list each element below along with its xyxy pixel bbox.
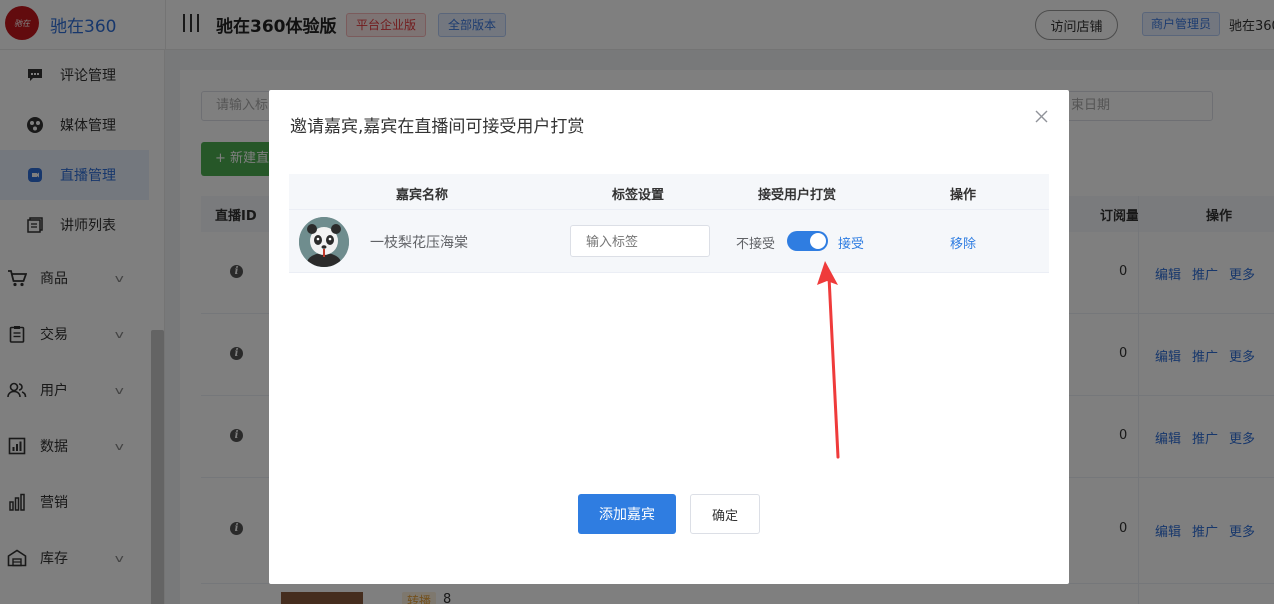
tag-input[interactable]: [570, 225, 710, 257]
guest-row: 一枝梨花压海棠 不接受 接受 移除: [289, 210, 1049, 273]
column-header-guest-name: 嘉宾名称: [396, 188, 449, 203]
add-guest-button[interactable]: 添加嘉宾: [578, 494, 676, 534]
column-header-ops: 操作: [950, 188, 977, 203]
dialog-title: 邀请嘉宾,嘉宾在直播间可接受用户打赏: [290, 117, 585, 137]
column-header-tag: 标签设置: [612, 188, 665, 203]
remove-guest-link[interactable]: 移除: [950, 233, 976, 252]
reject-reward-label: 不接受: [736, 237, 776, 252]
accept-reward-toggle[interactable]: [787, 231, 828, 251]
guest-avatar: [299, 217, 349, 267]
confirm-button[interactable]: 确定: [690, 494, 760, 534]
guest-table-header: 嘉宾名称 标签设置 接受用户打赏 操作: [289, 174, 1049, 210]
close-icon[interactable]: [1033, 110, 1049, 126]
accept-reward-label: 接受: [838, 237, 865, 252]
annotation-arrow: [817, 261, 840, 459]
invite-guest-dialog: 邀请嘉宾,嘉宾在直播间可接受用户打赏 嘉宾名称 标签设置 接受用户打赏 操作 一…: [269, 90, 1069, 584]
toggle-knob: [810, 233, 826, 249]
guest-name: 一枝梨花压海棠: [370, 235, 468, 251]
column-header-reward: 接受用户打赏: [758, 188, 837, 203]
